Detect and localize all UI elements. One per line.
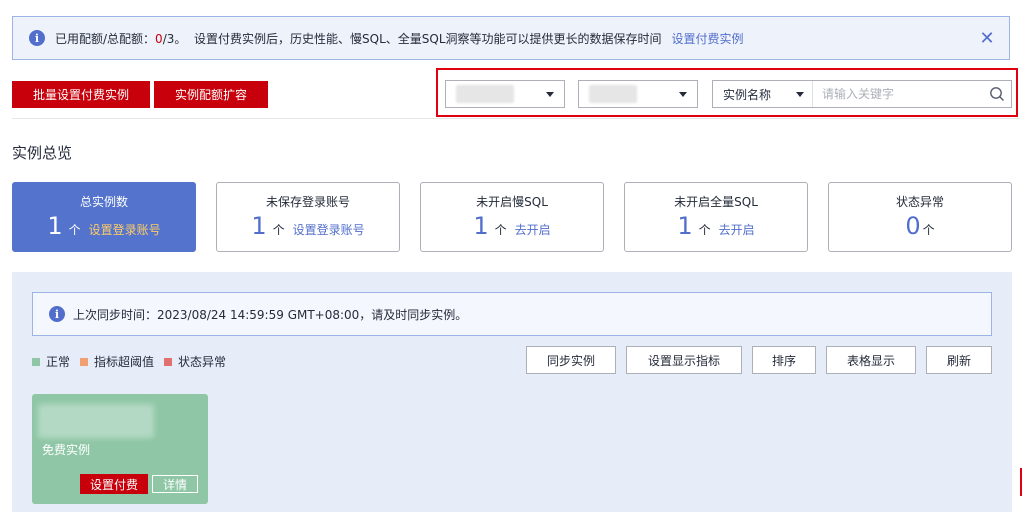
blurred-selected-value [456, 85, 514, 103]
stat-unit: 个 [494, 223, 507, 237]
stat-label: 未保存登录账号 [265, 195, 350, 209]
search-type-label: 实例名称 [723, 87, 772, 102]
instance-status: 免费实例 [42, 443, 91, 457]
quota-total: /3。 [162, 31, 187, 46]
caret-down-icon [796, 92, 804, 97]
quota-notice-banner: i 已用配额/总配额：0/3。 设置付费实例后，历史性能、慢SQL、全量SQL洞… [12, 16, 1010, 60]
set-paid-instance-link[interactable]: 设置付费实例 [672, 30, 744, 47]
stat-label: 总实例数 [79, 195, 128, 209]
stat-card-full-sql-off[interactable]: 未开启全量SQL 1 个 去开启 [624, 182, 808, 252]
legend-swatch [164, 357, 173, 366]
caret-down-icon [546, 92, 554, 97]
batch-set-paid-button[interactable]: 批量设置付费实例 [12, 81, 150, 108]
set-display-metrics-button[interactable]: 设置显示指标 [626, 346, 742, 374]
region-select[interactable] [578, 80, 698, 108]
sync-instances-button[interactable]: 同步实例 [526, 346, 616, 374]
legend-item: 状态异常 [164, 353, 226, 370]
stat-card-slow-sql-off[interactable]: 未开启慢SQL 1 个 去开启 [420, 182, 604, 252]
legend-swatch [80, 357, 89, 366]
set-paid-button[interactable]: 设置付费 [80, 474, 148, 494]
stat-label: 未开启全量SQL [674, 195, 758, 209]
stat-card-abnormal[interactable]: 状态异常 0 个 [828, 182, 1012, 252]
set-login-account-link[interactable]: 设置登录账号 [89, 221, 161, 238]
legend-label: 状态异常 [178, 355, 227, 369]
stat-value: 1 [473, 212, 489, 240]
caret-down-icon [679, 92, 687, 97]
info-icon: i [49, 306, 65, 322]
detail-button[interactable]: 详情 [152, 475, 198, 493]
table-view-button[interactable]: 表格显示 [826, 346, 916, 374]
stat-label: 未开启慢SQL [476, 195, 548, 209]
quota-notice-text: 已用配额/总配额：0/3。 设置付费实例后，历史性能、慢SQL、全量SQL洞察等… [55, 30, 662, 47]
quota-expand-button[interactable]: 实例配额扩容 [154, 81, 268, 108]
blurred-selected-value [589, 85, 637, 103]
stat-value: 1 [47, 212, 63, 240]
stat-unit: 个 [272, 223, 285, 237]
instance-panel: i 上次同步时间：2023/08/24 14:59:59 GMT+08:00，请… [12, 272, 1012, 512]
search-type-select[interactable]: 实例名称 [713, 81, 813, 107]
set-login-account-link[interactable]: 设置登录账号 [293, 221, 365, 238]
stat-card-total[interactable]: 总实例数 1 个 设置登录账号 [12, 182, 196, 252]
instance-search: 实例名称 [712, 80, 1012, 108]
stat-unit: 个 [68, 223, 81, 237]
legend-label: 正常 [46, 355, 71, 369]
close-icon[interactable]: ✕ [977, 28, 997, 49]
engine-select[interactable] [445, 80, 565, 108]
stat-unit: 个 [698, 223, 711, 237]
info-icon: i [29, 30, 45, 46]
search-input[interactable] [813, 81, 983, 107]
legend-label: 指标超阈值 [94, 355, 155, 369]
stat-unit: 个 [922, 223, 935, 237]
quota-message: 设置付费实例后，历史性能、慢SQL、全量SQL洞察等功能可以提供更长的数据保存时… [194, 31, 662, 46]
quota-used: 0 [155, 31, 163, 46]
sync-notice: i 上次同步时间：2023/08/24 14:59:59 GMT+08:00，请… [32, 292, 992, 336]
legend-item: 指标超阈值 [80, 353, 154, 370]
quota-label: 已用配额/总配额： [55, 31, 156, 46]
instance-card[interactable]: 免费实例 设置付费 详情 [32, 394, 208, 504]
stat-card-unsaved-login[interactable]: 未保存登录账号 1 个 设置登录账号 [216, 182, 400, 252]
sync-notice-text: 上次同步时间：2023/08/24 14:59:59 GMT+08:00，请及时… [73, 307, 468, 322]
sort-button[interactable]: 排序 [752, 346, 816, 374]
divider [12, 118, 1020, 119]
stat-value: 0 [905, 212, 921, 240]
search-icon[interactable] [983, 81, 1011, 107]
stat-label: 状态异常 [895, 195, 944, 209]
enable-full-sql-link[interactable]: 去开启 [719, 221, 755, 238]
legend-item: 正常 [32, 353, 70, 370]
status-legend: 正常 指标超阈值 状态异常 [32, 353, 236, 370]
refresh-button[interactable]: 刷新 [926, 346, 992, 374]
legend-swatch [32, 357, 40, 366]
stat-value: 1 [677, 212, 693, 240]
blurred-instance-name [38, 404, 154, 438]
page-title: 实例总览 [12, 144, 73, 162]
enable-slow-sql-link[interactable]: 去开启 [515, 221, 551, 238]
stat-value: 1 [251, 212, 267, 240]
